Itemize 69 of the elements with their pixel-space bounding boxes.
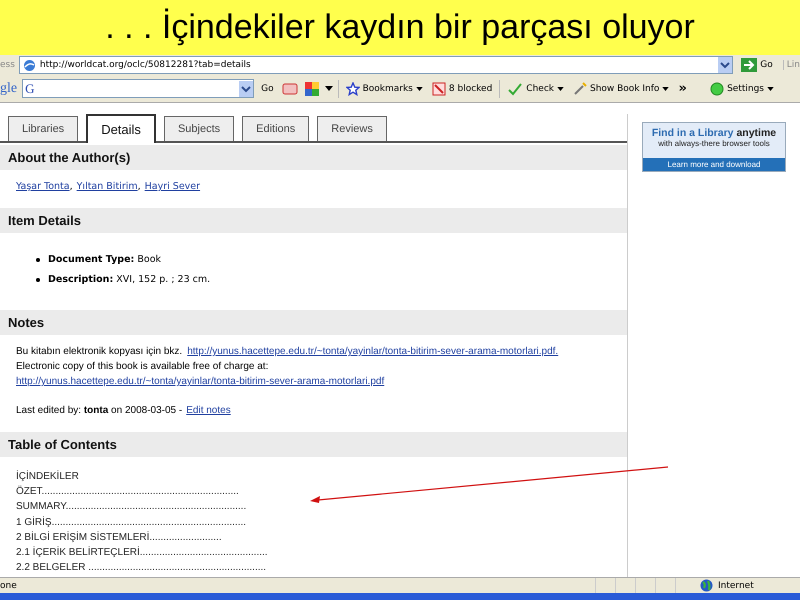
pdf-link[interactable]: http://yunus.hacettepe.edu.tr/~tonta/yayinlar/tonta-bitirim-sever-arama-motorlari.pdf. <box>187 344 558 359</box>
dropdown-icon[interactable] <box>718 57 732 73</box>
security-zone: Internet <box>718 580 755 590</box>
status-text: one <box>0 580 18 590</box>
promo-subtitle: with always-there browser tools <box>658 139 770 148</box>
author-link[interactable]: Yaşar Tonta <box>16 181 70 192</box>
contents-entry: ÖZET....................................................................... <box>16 484 240 500</box>
caret-icon[interactable] <box>324 86 333 91</box>
links-label: Lin <box>782 60 800 70</box>
dropdown-icon[interactable] <box>239 80 254 96</box>
address-label: ess <box>0 60 15 70</box>
caret-icon <box>556 86 564 90</box>
star-icon <box>346 82 360 96</box>
author-separator: , <box>138 181 141 192</box>
search-engine-label: G <box>24 80 34 96</box>
caret-icon <box>767 86 774 90</box>
promo-banner[interactable]: Find in a Library anytime with always-there browser tools Learn more and download <box>642 122 786 172</box>
tab[interactable]: Details <box>86 114 156 143</box>
detail-text: Document Type: Book <box>48 253 162 267</box>
wand-icon <box>572 82 587 96</box>
author-link[interactable]: Hayri Sever <box>144 181 200 192</box>
section-heading: Item Details <box>0 208 627 233</box>
detail-text: Description: XVI, 152 p. ; 23 cm. <box>48 273 210 287</box>
contents-entry: SUMMARY................................................................. <box>16 500 248 514</box>
contents-entry: 2.2 BELGELER ................................................................ <box>16 561 268 576</box>
show-book-info-button[interactable]: Show Book Info <box>570 82 672 96</box>
pagerank-icon[interactable] <box>304 80 320 96</box>
author-link[interactable]: Yıltan Bitirim <box>76 181 138 192</box>
section-heading: Notes <box>0 310 627 335</box>
tab[interactable]: Subjects <box>164 116 234 141</box>
search-field[interactable]: G <box>22 79 254 98</box>
tab[interactable]: Editions <box>242 116 310 141</box>
spellcheck-button[interactable]: Check <box>505 82 566 96</box>
caret-icon <box>662 86 670 90</box>
tab[interactable]: Reviews <box>317 116 387 141</box>
bullet-icon <box>36 258 40 262</box>
section-heading: Table of Contents <box>0 432 627 457</box>
google-logo: gle <box>0 80 18 96</box>
contents-entry: İÇİNDEKİLER <box>16 469 80 484</box>
pdf-link[interactable]: http://yunus.hacettepe.edu.tr/~tonta/yayinlar/tonta-bitirim-sever-arama-motorlari.pdf <box>16 374 384 389</box>
go-button[interactable]: Go <box>737 58 779 72</box>
checkmark-icon <box>507 82 524 96</box>
more-button[interactable]: » <box>676 81 689 96</box>
slide-title: . . . İçindekiler kaydın bir parçası oluyor <box>0 0 800 55</box>
contents-entry: 2 BİLGİ ERİŞİM SİSTEMLERİ.......................... <box>16 530 223 545</box>
status-dot-icon <box>710 82 724 96</box>
page-icon <box>22 58 36 72</box>
tab[interactable]: Libraries <box>8 116 78 141</box>
promo-link[interactable]: Learn more and download <box>643 158 785 171</box>
bookmarks-button[interactable]: Bookmarks <box>344 82 425 96</box>
settings-button[interactable]: Settings <box>708 82 776 96</box>
bullet-icon <box>36 278 40 282</box>
author-separator: , <box>70 181 73 192</box>
popup-blocker-button[interactable]: 8 blocked <box>430 82 494 96</box>
highlight-icon[interactable] <box>280 82 299 96</box>
globe-icon <box>700 579 713 592</box>
last-edited-text: Last edited by: tonta on 2008-03-05 - <box>16 404 182 418</box>
section-heading: About the Author(s) <box>0 145 627 170</box>
promo-title: Find in a Library anytime <box>652 127 776 139</box>
caret-icon <box>416 86 423 90</box>
contents-entry: 1 GİRİŞ...................................................................... <box>16 515 248 530</box>
url-text: http://worldcat.org/oclc/50812281?tab=details <box>40 60 252 70</box>
edit-notes-link[interactable]: Edit notes <box>186 403 231 418</box>
address-field[interactable]: http://worldcat.org/oclc/50812281?tab=details <box>18 56 734 74</box>
blocked-icon <box>432 82 446 96</box>
note-text: Bu kitabın elektronik kopyası için bkz. <box>16 345 182 359</box>
note-text: Electronic copy of this book is available free of charge at: <box>16 360 268 374</box>
search-go-button[interactable]: Go <box>259 84 276 94</box>
contents-entry: 2.1 İÇERİK BELİRTEÇLERİ.............................................. <box>16 545 269 560</box>
